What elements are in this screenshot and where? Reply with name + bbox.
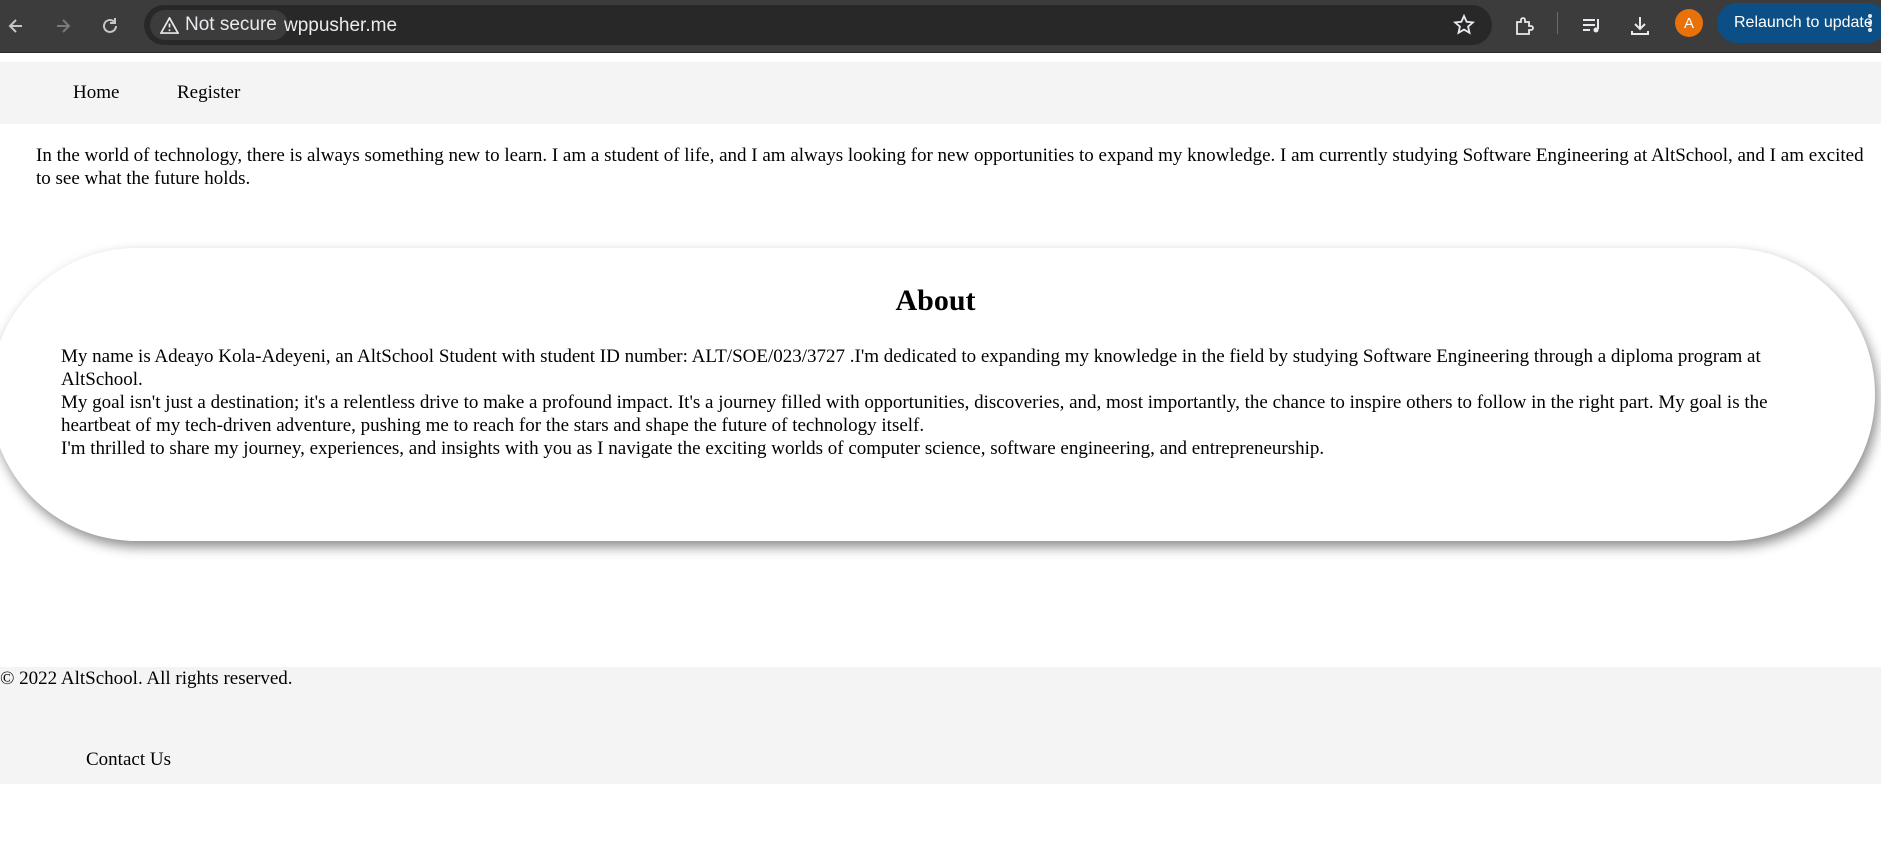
bookmark-star-button[interactable] <box>1452 13 1476 42</box>
forward-button[interactable] <box>47 10 79 42</box>
intro-paragraph: In the world of technology, there is alw… <box>36 145 1864 189</box>
copyright-text: © 2022 AltSchool. All rights reserved. <box>0 668 293 689</box>
about-paragraph: My name is Adeayo Kola-Adeyeni, an AltSc… <box>61 346 1761 390</box>
toolbar-divider <box>1557 12 1558 34</box>
reload-icon <box>103 18 117 33</box>
downloads-button[interactable] <box>1624 10 1656 42</box>
reload-button[interactable] <box>94 10 126 42</box>
about-paragraph: I'm thrilled to share my journey, experi… <box>61 438 1325 459</box>
puzzle-icon <box>1516 17 1534 35</box>
about-body: My name is Adeayo Kola-Adeyeni, an AltSc… <box>61 345 1821 460</box>
extensions-button[interactable] <box>1509 10 1541 42</box>
security-label: Not secure <box>185 14 277 35</box>
back-button[interactable] <box>0 10 32 42</box>
profile-initial: A <box>1683 14 1694 32</box>
nav-link-home[interactable]: Home <box>73 82 119 104</box>
contact-us-link[interactable]: Contact Us <box>86 749 171 771</box>
site-header-nav: Home Register <box>0 62 1881 124</box>
url-text[interactable]: wppusher.me <box>284 15 397 37</box>
browser-toolbar: Not secure wppusher.me A Relaunch to upd… <box>0 0 1881 53</box>
address-bar[interactable]: Not secure wppusher.me <box>144 5 1492 45</box>
site-info-chip[interactable]: Not secure <box>150 10 288 40</box>
media-controls-button[interactable] <box>1576 10 1608 42</box>
browser-menu-button[interactable] <box>1867 13 1873 38</box>
playlist-icon <box>1583 19 1599 33</box>
about-heading: About <box>895 284 976 317</box>
relaunch-to-update-button[interactable]: Relaunch to update <box>1717 3 1881 43</box>
profile-avatar[interactable]: A <box>1675 9 1703 37</box>
back-arrow-icon <box>8 19 22 33</box>
forward-arrow-icon <box>57 19 71 33</box>
download-icon <box>1631 17 1649 35</box>
nav-link-register[interactable]: Register <box>177 82 240 104</box>
star-icon <box>1452 13 1476 35</box>
about-paragraph: My goal isn't just a destination; it's a… <box>61 392 1768 436</box>
relaunch-label: Relaunch to update <box>1734 14 1873 31</box>
kebab-menu-icon <box>1868 14 1872 32</box>
warning-icon <box>160 16 179 34</box>
